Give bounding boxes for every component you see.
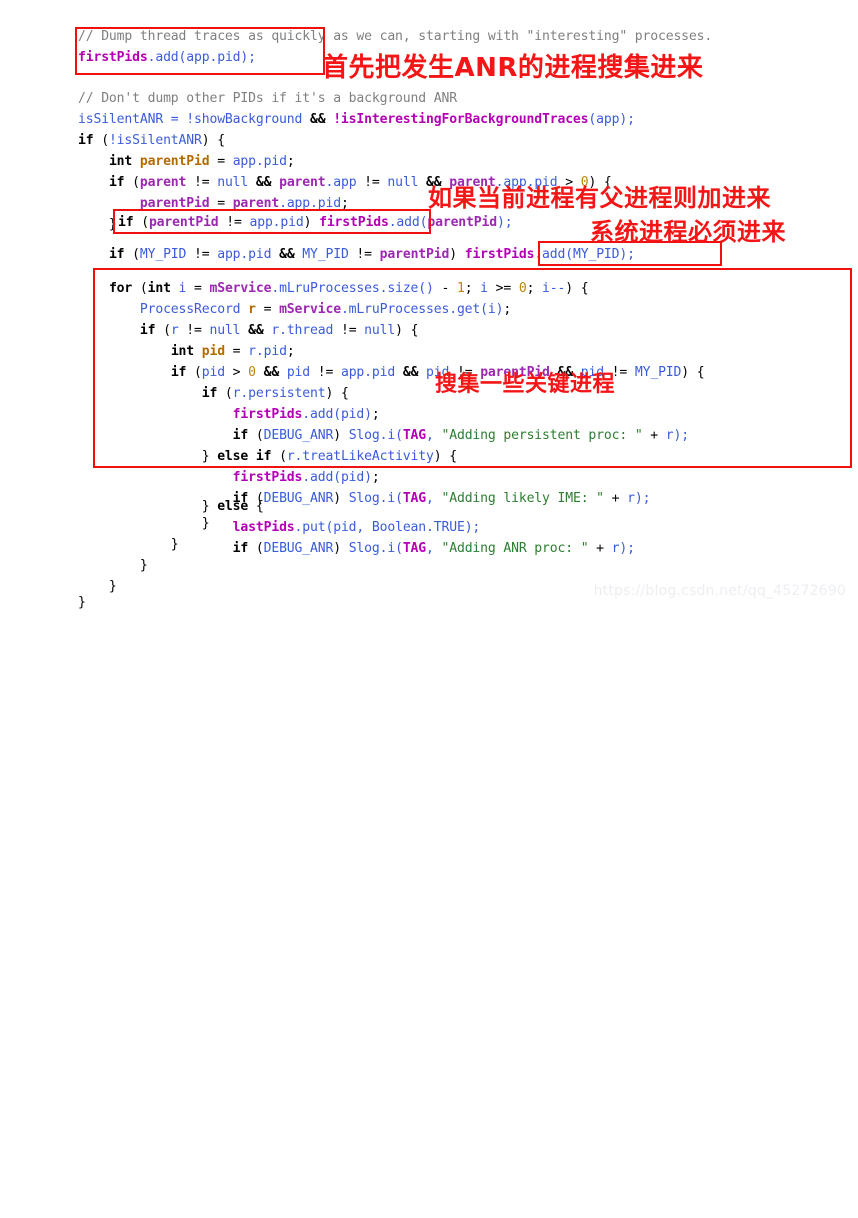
code-line-19: if (DEBUG_ANR) Slog.i(TAG, "Adding persi… [232, 428, 689, 443]
code-line-13: ProcessRecord r = mService.mLruProcesses… [139, 302, 512, 317]
code-line-27: } [78, 537, 179, 552]
code-line-28: } [78, 558, 148, 573]
code-line-21: firstPids.add(pid); [232, 470, 380, 485]
code-line-30: } [78, 595, 86, 610]
code-line-6: int parentPid = app.pid; [108, 154, 295, 169]
code-screenshot-root: // Dump thread traces as quickly as we c… [0, 0, 858, 610]
annotation-collect-anr-process: 首先把发生ANR的进程搜集进来 [322, 53, 704, 83]
code-line-14: if (r != null && r.thread != null) { [139, 323, 419, 338]
annotation-parent-process: 如果当前进程有父进程则加进来 [428, 184, 771, 212]
code-line-4: isSilentANR = !showBackground && !isInte… [78, 112, 635, 127]
annotation-system-process: 系统进程必须进来 [590, 218, 786, 246]
code-line-26: } [78, 516, 210, 531]
code-line-18: firstPids.add(pid); [232, 407, 380, 422]
code-line-1: // Dump thread traces as quickly as we c… [78, 29, 713, 44]
code-line-5: if (!isSilentANR) { [78, 133, 225, 148]
annotation-key-processes: 搜集一些关键进程 [435, 372, 616, 397]
code-line-2: firstPids.add(app.pid); [78, 50, 256, 65]
code-line-10-content: if (parentPid != app.pid) firstPids.add(… [118, 215, 513, 230]
code-line-12: for (int i = mService.mLruProcesses.size… [108, 281, 589, 296]
watermark: https://blog.csdn.net/qq_45272690 [593, 583, 846, 599]
code-line-20: } else if (r.treatLikeActivity) { [78, 449, 457, 464]
code-line-11: if (MY_PID != app.pid && MY_PID != paren… [108, 247, 635, 262]
code-line-3: // Don't dump other PIDs if it's a backg… [78, 91, 457, 106]
code-line-17: if (r.persistent) { [201, 386, 349, 401]
code-line-15: int pid = r.pid; [170, 344, 295, 359]
code-block: // Dump thread traces as quickly as we c… [0, 0, 858, 610]
